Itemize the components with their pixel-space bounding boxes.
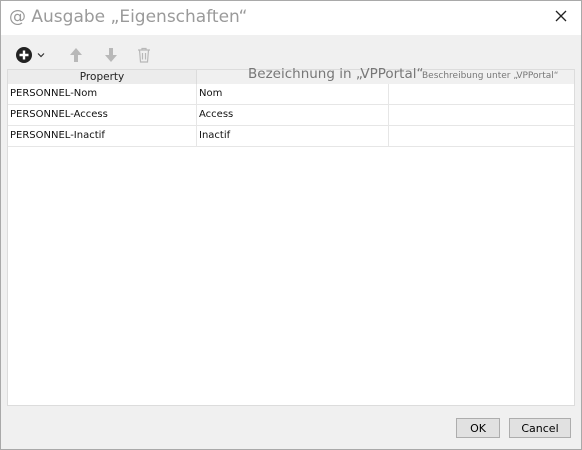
- move-up-button[interactable]: [69, 44, 85, 66]
- grid-header: Property Bezeichnung in „VPPortal“ Besch…: [8, 66, 574, 84]
- dialog-title: @ Ausgabe „Eigenschaften“: [9, 7, 248, 27]
- column-header-bezeichnung[interactable]: Bezeichnung in „VPPortal“: [248, 66, 424, 82]
- close-icon: [555, 10, 567, 22]
- add-icon: [16, 47, 32, 63]
- cell-property[interactable]: PERSONNEL-Access: [10, 105, 197, 125]
- cell-bezeichnung[interactable]: Nom: [197, 84, 389, 104]
- cell-beschreibung[interactable]: [388, 126, 574, 146]
- column-header-property[interactable]: Property: [8, 70, 197, 84]
- cell-property[interactable]: PERSONNEL-Nom: [10, 84, 197, 104]
- cell-bezeichnung[interactable]: Access: [197, 105, 389, 125]
- move-down-button[interactable]: [104, 44, 120, 66]
- cell-property[interactable]: PERSONNEL-Inactif: [10, 126, 197, 146]
- cell-beschreibung[interactable]: [388, 105, 574, 125]
- properties-dialog: @ Ausgabe „Eigenschaften“ Property Bezei…: [0, 0, 582, 450]
- add-dropdown-button[interactable]: [15, 44, 53, 66]
- ok-button[interactable]: OK: [456, 418, 500, 438]
- table-row[interactable]: PERSONNEL-Nom Nom: [8, 84, 574, 105]
- table-row[interactable]: PERSONNEL-Access Access: [8, 105, 574, 126]
- arrow-down-icon: [105, 48, 117, 62]
- chevron-down-icon: [37, 53, 45, 58]
- column-header-beschreibung[interactable]: Beschreibung unter „VPPortal“: [422, 71, 558, 81]
- arrow-up-icon: [70, 48, 82, 62]
- title-bar: @ Ausgabe „Eigenschaften“: [1, 1, 581, 35]
- cancel-button[interactable]: Cancel: [509, 418, 571, 438]
- cell-bezeichnung[interactable]: Inactif: [197, 126, 389, 146]
- close-button[interactable]: [541, 1, 581, 31]
- table-row[interactable]: PERSONNEL-Inactif Inactif: [8, 126, 574, 147]
- properties-grid[interactable]: Property Bezeichnung in „VPPortal“ Besch…: [7, 66, 575, 406]
- cell-beschreibung[interactable]: [388, 84, 574, 104]
- delete-button[interactable]: [137, 44, 153, 66]
- trash-icon: [138, 47, 150, 63]
